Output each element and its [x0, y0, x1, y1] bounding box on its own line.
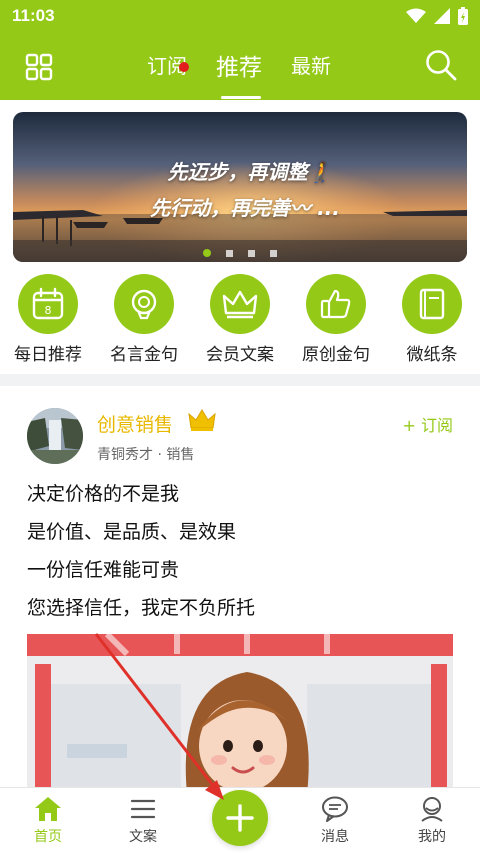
post-line: 一份信任难能可贵 — [27, 559, 180, 581]
bottom-tab-messages[interactable]: 消息 — [300, 796, 370, 846]
promo-banner[interactable]: 先迈步，再调整🚶 先行动，再完善〰 ... — [13, 112, 467, 262]
lightbulb-icon — [131, 289, 157, 320]
post-line: 决定价格的不是我 — [27, 483, 180, 505]
home-icon — [35, 797, 61, 821]
category-row: 8 每日推荐 名言金句 会员文案 原创金句 微纸条 — [0, 274, 480, 370]
grid-menu-icon[interactable] — [24, 52, 54, 82]
category-daily-recommend[interactable]: 8 每日推荐 — [3, 274, 93, 365]
battery-icon — [458, 7, 468, 25]
banner-pagination — [13, 242, 467, 261]
category-label: 会员文案 — [206, 345, 274, 365]
plus-icon — [226, 804, 254, 832]
category-member-copy[interactable]: 会员文案 — [195, 274, 285, 365]
category-icon-circle — [306, 274, 366, 334]
category-label: 每日推荐 — [14, 345, 82, 365]
category-label: 名言金句 — [110, 345, 178, 365]
thumbs-up-icon — [320, 289, 351, 319]
category-micro-notes[interactable]: 微纸条 — [387, 274, 477, 365]
list-icon — [130, 799, 156, 819]
post-line: 是价值、是品质、是效果 — [27, 521, 237, 543]
bottom-tab-mine[interactable]: 我的 — [397, 796, 467, 846]
top-nav: 订阅 推荐 最新 — [0, 34, 480, 100]
notification-dot — [179, 62, 189, 72]
section-divider — [0, 374, 480, 386]
status-bar: 11:03 — [0, 0, 480, 34]
bottom-tab-label: 消息 — [321, 829, 349, 845]
bottom-tab-label: 我的 — [418, 829, 446, 845]
tab-latest[interactable]: 最新 — [291, 50, 331, 79]
cartoon-girl-image — [27, 634, 453, 794]
post-content: 决定价格的不是我 是价值、是品质、是效果 一份信任难能可贵 您选择信任，我定不负… — [27, 480, 457, 632]
category-icon-circle — [402, 274, 462, 334]
bottom-tab-label: 文案 — [129, 829, 157, 845]
post-line: 您选择信任，我定不负所托 — [27, 597, 256, 619]
svg-text:8: 8 — [45, 304, 52, 317]
category-label: 原创金句 — [302, 345, 370, 365]
add-post-button[interactable] — [212, 790, 268, 846]
status-time: 11:03 — [12, 6, 55, 25]
bottom-tab-label: 首页 — [34, 829, 62, 845]
banner-headline-2: 先行动，再完善〰 ... — [150, 196, 340, 220]
book-icon — [419, 288, 445, 320]
category-icon-circle: 8 — [18, 274, 78, 334]
chat-bubble-icon — [322, 796, 348, 822]
avatar[interactable] — [27, 408, 83, 464]
post-image[interactable] — [27, 634, 453, 794]
waterfall-avatar-image — [27, 408, 83, 464]
post-author-meta: 青铜秀才 · 销售 — [97, 447, 195, 463]
category-original-quotes[interactable]: 原创金句 — [291, 274, 381, 365]
crown-icon — [222, 290, 258, 319]
banner-dot[interactable] — [225, 250, 233, 257]
subscribe-button[interactable]: + 订阅 — [403, 412, 454, 436]
search-icon[interactable] — [424, 48, 458, 82]
vip-crown-icon — [188, 409, 216, 431]
status-icons — [406, 7, 468, 25]
banner-headline-1: 先迈步，再调整🚶 — [167, 160, 333, 184]
category-icon-circle — [114, 274, 174, 334]
bottom-tab-copy[interactable]: 文案 — [108, 796, 178, 846]
banner-dot[interactable] — [248, 250, 256, 257]
wifi-icon — [406, 8, 426, 23]
app-header: 11:03 订阅 推荐 最新 — [0, 0, 480, 100]
sunset-lake-image — [13, 112, 467, 262]
bottom-tab-home[interactable]: 首页 — [13, 796, 83, 846]
category-icon-circle — [210, 274, 270, 334]
post-author-name[interactable]: 创意销售 — [97, 410, 173, 437]
category-famous-quotes[interactable]: 名言金句 — [99, 274, 189, 365]
calendar-icon: 8 — [32, 287, 64, 320]
active-tab-indicator — [221, 96, 261, 99]
category-label: 微纸条 — [406, 345, 458, 365]
banner-dot[interactable] — [270, 250, 278, 257]
user-profile-icon — [421, 797, 443, 822]
signal-icon — [434, 8, 450, 24]
tab-recommend[interactable]: 推荐 — [216, 48, 262, 82]
banner-dot[interactable] — [202, 249, 211, 257]
